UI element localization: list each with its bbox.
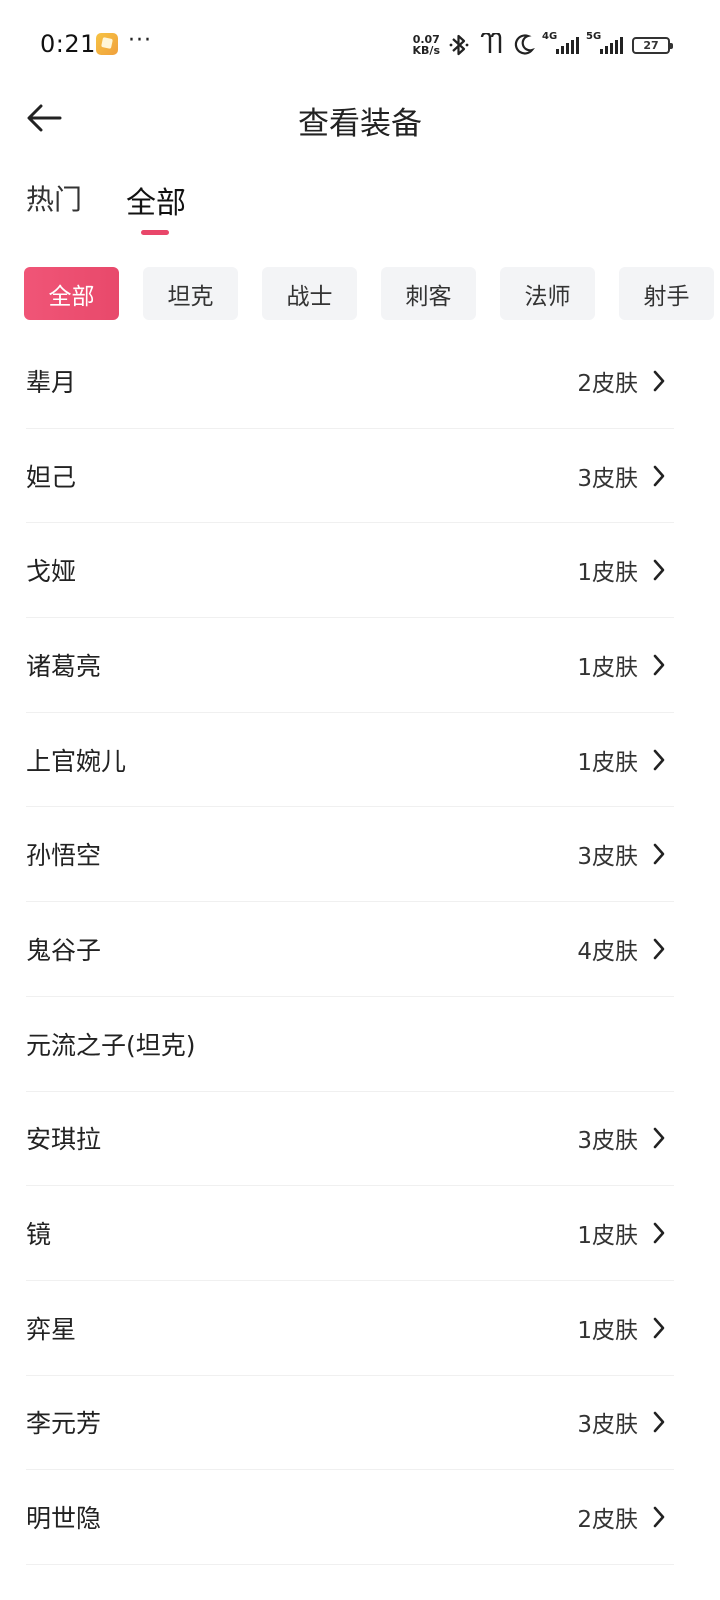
list-item[interactable]: 李元芳 3皮肤 xyxy=(26,1376,674,1471)
page-header: 查看装备 xyxy=(0,92,720,144)
hero-name: 李元芳 xyxy=(26,1409,102,1439)
hero-list: 辈月 2皮肤 妲己 3皮肤 戈娅 1皮肤 诸葛亮 1皮肤 上官婉儿 1皮肤 孙悟… xyxy=(26,334,674,1565)
chevron-right-icon xyxy=(652,1126,666,1150)
hero-name: 鬼谷子 xyxy=(26,935,102,965)
filter-chip-all[interactable]: 全部 xyxy=(24,267,119,320)
hero-name: 元流之子(坦克) xyxy=(26,1030,196,1060)
filter-chip-label: 刺客 xyxy=(405,283,452,310)
skin-count: 3皮肤 xyxy=(577,844,638,871)
notes-app-notification-icon xyxy=(96,33,118,55)
skin-count: 3皮肤 xyxy=(577,1412,638,1439)
skin-count: 1皮肤 xyxy=(577,654,638,681)
hero-name: 镜 xyxy=(26,1220,52,1250)
earbuds-icon xyxy=(478,33,504,57)
list-item[interactable]: 妲己 3皮肤 xyxy=(26,429,674,524)
chevron-right-icon xyxy=(652,842,666,866)
list-item[interactable]: 安琪拉 3皮肤 xyxy=(26,1092,674,1187)
status-bar: 0:21 ··· 0.07 KB/s 4G 5G 27 xyxy=(0,0,720,92)
hero-name: 孙悟空 xyxy=(26,841,102,871)
filter-chip-label: 法师 xyxy=(524,283,571,310)
chevron-right-icon xyxy=(652,369,666,393)
skin-count: 2皮肤 xyxy=(577,1507,638,1534)
skin-count: 1皮肤 xyxy=(577,1223,638,1250)
chevron-right-icon xyxy=(652,558,666,582)
chevron-right-icon xyxy=(652,1221,666,1245)
role-filter-bar: 全部 坦克 战士 刺客 法师 射手 xyxy=(24,267,720,321)
skin-count: 1皮肤 xyxy=(577,560,638,587)
sim2-network-type: 5G xyxy=(586,30,602,42)
chevron-right-icon xyxy=(652,748,666,772)
list-item[interactable]: 明世隐 2皮肤 xyxy=(26,1470,674,1565)
page-title: 查看装备 xyxy=(298,106,422,142)
filter-chip-fighter[interactable]: 战士 xyxy=(262,267,357,320)
tab-label: 热门 xyxy=(26,183,83,216)
list-item[interactable]: 鬼谷子 4皮肤 xyxy=(26,902,674,997)
hero-name: 戈娅 xyxy=(26,557,77,587)
filter-chip-label: 战士 xyxy=(286,283,333,310)
sim2-signal-icon: 5G xyxy=(586,31,623,54)
filter-chip-marksman[interactable]: 射手 xyxy=(619,267,714,320)
skin-count: 4皮肤 xyxy=(577,938,638,965)
filter-chip-assassin[interactable]: 刺客 xyxy=(381,267,476,320)
skin-count: 2皮肤 xyxy=(577,370,638,397)
network-speed: 0.07 KB/s xyxy=(413,34,440,56)
chevron-right-icon xyxy=(652,1505,666,1529)
status-icons: 0.07 KB/s 4G 5G 27 xyxy=(413,30,673,60)
hero-name: 明世隐 xyxy=(26,1504,102,1534)
bluetooth-icon xyxy=(449,32,469,58)
hero-name: 上官婉儿 xyxy=(26,746,127,776)
filter-chip-label: 坦克 xyxy=(167,283,214,310)
filter-chip-tank[interactable]: 坦克 xyxy=(143,267,238,320)
tab-bar: 热门 全部 xyxy=(26,178,186,242)
hero-name: 安琪拉 xyxy=(26,1125,102,1155)
chevron-right-icon xyxy=(652,464,666,488)
list-item[interactable]: 元流之子(坦克) xyxy=(26,997,674,1092)
do-not-disturb-moon-icon xyxy=(513,33,535,57)
hero-name: 辈月 xyxy=(26,367,77,397)
chevron-right-icon xyxy=(652,653,666,677)
hero-name: 弈星 xyxy=(26,1314,77,1344)
hero-name: 妲己 xyxy=(26,462,77,492)
active-tab-indicator xyxy=(141,230,170,235)
list-item[interactable]: 辈月 2皮肤 xyxy=(26,334,674,429)
skin-count: 3皮肤 xyxy=(577,465,638,492)
sim1-signal-icon: 4G xyxy=(542,31,579,54)
chevron-right-icon xyxy=(652,1316,666,1340)
filter-chip-mage[interactable]: 法师 xyxy=(500,267,595,320)
list-item[interactable]: 戈娅 1皮肤 xyxy=(26,523,674,619)
network-speed-unit: KB/s xyxy=(412,44,440,57)
battery-icon: 27 xyxy=(632,36,673,54)
filter-chip-label: 全部 xyxy=(48,283,95,310)
list-item[interactable]: 上官婉儿 1皮肤 xyxy=(26,713,674,808)
skin-count: 1皮肤 xyxy=(577,749,638,776)
sim1-network-type: 4G xyxy=(542,30,558,42)
skin-count: 3皮肤 xyxy=(577,1128,638,1155)
chevron-right-icon xyxy=(652,1410,666,1434)
more-notifications-icon: ··· xyxy=(128,28,152,53)
tab-all[interactable]: 全部 xyxy=(126,178,186,242)
list-item[interactable]: 弈星 1皮肤 xyxy=(26,1281,674,1376)
tab-label: 全部 xyxy=(126,186,187,221)
status-time: 0:21 xyxy=(40,30,96,58)
list-item[interactable]: 孙悟空 3皮肤 xyxy=(26,807,674,903)
list-item[interactable]: 诸葛亮 1皮肤 xyxy=(26,618,674,713)
hero-name: 诸葛亮 xyxy=(26,651,102,681)
skin-count: 1皮肤 xyxy=(577,1317,638,1344)
filter-chip-label: 射手 xyxy=(643,283,690,310)
chevron-right-icon xyxy=(652,937,666,961)
battery-level: 27 xyxy=(643,38,659,52)
list-item[interactable]: 镜 1皮肤 xyxy=(26,1186,674,1281)
tab-popular[interactable]: 热门 xyxy=(26,178,82,242)
